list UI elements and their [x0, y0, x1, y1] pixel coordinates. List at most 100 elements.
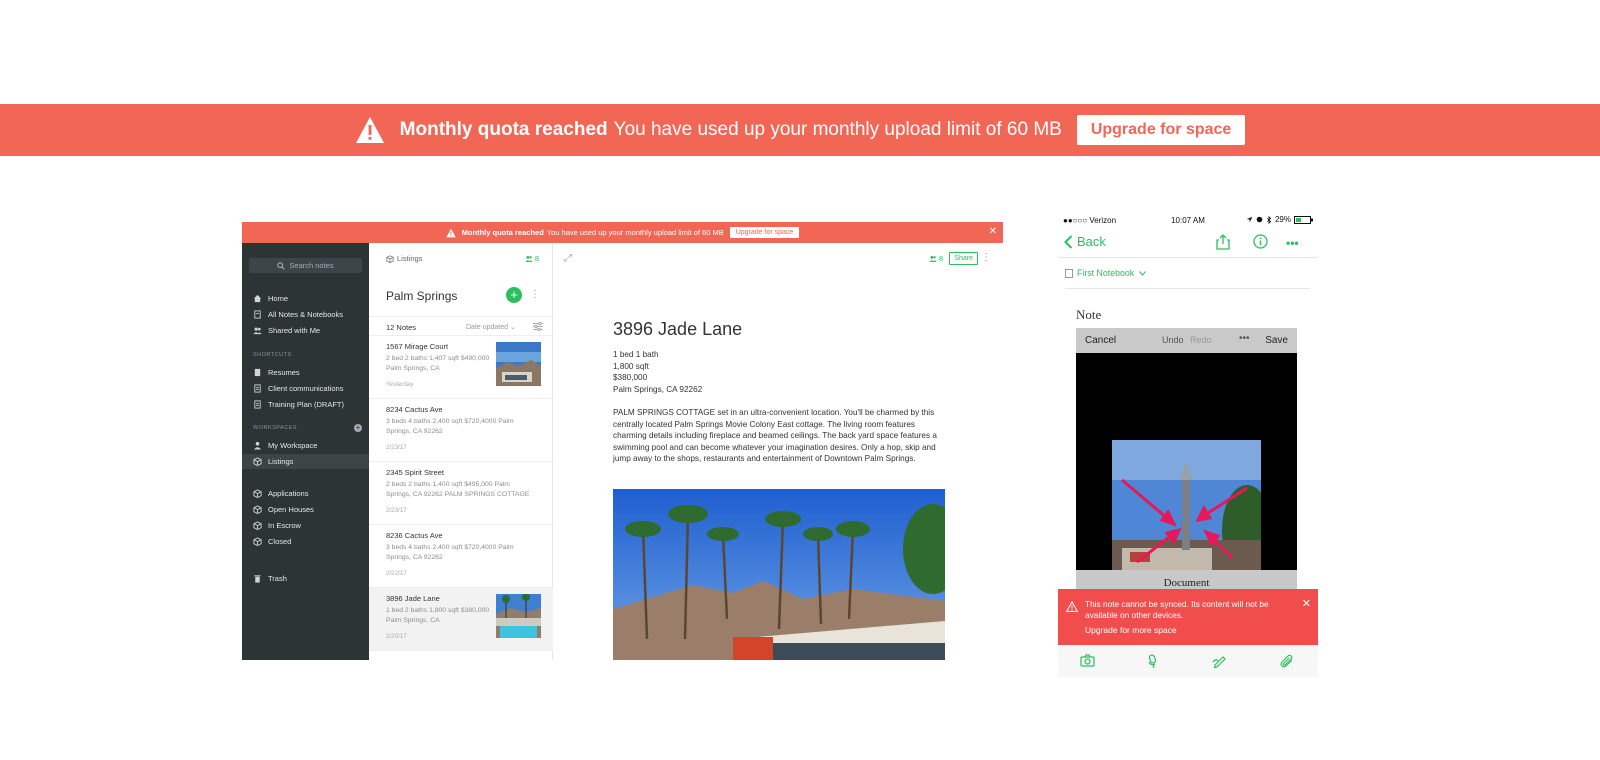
sidebar-item-notebook[interactable]: In Escrow: [242, 518, 369, 533]
notebook-title: Palm Springs: [386, 289, 458, 303]
shortcut-item[interactable]: Training Plan (DRAFT): [242, 397, 369, 412]
upgrade-link[interactable]: Upgrade for more space: [1085, 625, 1177, 635]
warning-icon: [1066, 601, 1078, 612]
undo-button[interactable]: Undo: [1162, 335, 1184, 345]
more-options-icon[interactable]: ⋮: [530, 289, 540, 300]
sidebar-item-notebook[interactable]: Applications: [242, 486, 369, 501]
microphone-icon[interactable]: [1146, 654, 1159, 669]
battery-icon: [1294, 215, 1314, 224]
people-icon: [253, 326, 262, 335]
sidebar-item-my-workspace[interactable]: My Workspace: [242, 438, 369, 453]
shortcut-item[interactable]: Resumes: [242, 365, 369, 380]
sort-label: Date updated: [466, 324, 509, 331]
note-card[interactable]: 2345 Spirit Street 2 beds 2 baths 1,400 …: [369, 462, 553, 525]
detail-beds: 1 bed 1 bath: [613, 350, 659, 359]
sidebar-item-listings[interactable]: Listings: [242, 454, 369, 469]
search-notes-input[interactable]: Search notes: [249, 258, 362, 273]
upgrade-for-space-button[interactable]: Upgrade for space: [1076, 115, 1246, 145]
note-card-selected[interactable]: 3896 Jade Lane 1 bed 2 baths 1,800 sqft …: [369, 588, 553, 651]
save-button[interactable]: Save: [1265, 335, 1288, 346]
handwriting-icon[interactable]: [1212, 654, 1227, 668]
sidebar: Search notes Home All Notes & Notebooks …: [242, 243, 369, 660]
navigation-bar: Back •••: [1058, 228, 1318, 258]
chevron-left-icon: [1064, 234, 1073, 249]
more-icon[interactable]: •••: [1239, 333, 1250, 344]
cancel-button[interactable]: Cancel: [1085, 335, 1116, 346]
back-button[interactable]: Back: [1064, 234, 1106, 249]
share-icon[interactable]: [1216, 234, 1230, 250]
notebook-selector[interactable]: First Notebook: [1065, 268, 1147, 278]
sidebar-item-label: Home: [268, 294, 289, 303]
note-snippet: 2 bed 2 baths 1,407 sqft $490,000 Palm S…: [386, 355, 490, 372]
note-title: 1567 Mirage Court: [386, 342, 449, 351]
desktop-quota-banner: Monthly quota reached You have used up y…: [242, 222, 1003, 243]
note-date: 2/23/17: [386, 507, 407, 514]
people-icon: [929, 255, 937, 262]
note-count: 12 Notes: [386, 323, 417, 332]
redo-button[interactable]: Redo: [1190, 335, 1212, 345]
sync-error-toast: This note cannot be synced. Its content …: [1058, 589, 1318, 645]
markup-toolbar: Cancel Undo Redo ••• Save: [1076, 328, 1297, 353]
status-icons: 29%: [1246, 215, 1314, 224]
note-list: Listings 8 Palm Springs + ⋮ 12 Notes Dat…: [369, 243, 553, 660]
note-icon: [253, 384, 262, 393]
camera-icon[interactable]: [1080, 654, 1095, 667]
breadcrumb-label: Listings: [397, 254, 423, 263]
breadcrumb[interactable]: Listings: [386, 254, 422, 263]
shortcuts-heading: SHORTCUTS: [253, 352, 292, 358]
quota-title: Monthly quota reached: [399, 119, 608, 140]
info-icon[interactable]: [1253, 234, 1268, 249]
note-title: 8236 Cactus Ave: [386, 531, 443, 540]
note-title: 3896 Jade Lane: [386, 594, 440, 603]
add-workspace-icon[interactable]: +: [354, 424, 362, 432]
sidebar-item-home[interactable]: Home: [242, 291, 369, 306]
sidebar-item-label: Closed: [268, 537, 292, 546]
sidebar-item-notebook[interactable]: Closed: [242, 534, 369, 549]
share-button[interactable]: Share: [949, 252, 978, 265]
quota-message: You have used up your monthly upload lim…: [613, 119, 1062, 140]
warning-icon: [446, 228, 456, 238]
more-icon[interactable]: •••: [1286, 236, 1299, 250]
attachment-icon[interactable]: [1280, 654, 1294, 668]
annotated-photo-image[interactable]: [1112, 440, 1261, 570]
sidebar-item-label: Shared with Me: [268, 326, 321, 335]
note-details[interactable]: 1 bed 1 bath 1,800 sqft $380,000 Palm Sp…: [613, 349, 702, 395]
cube-icon: [386, 254, 394, 263]
note-snippet: 1 bed 2 baths 1,800 sqft $380,000 Palm S…: [386, 607, 490, 624]
detail-location: Palm Springs, CA 92262: [613, 384, 703, 394]
sort-dropdown[interactable]: Date updated ⌄: [466, 323, 516, 331]
close-icon[interactable]: ✕: [1302, 597, 1311, 610]
alarm-icon: [1256, 216, 1263, 223]
expand-icon[interactable]: ⤢: [564, 253, 572, 264]
cube-icon: [253, 537, 262, 546]
note-date: 2/20/17: [386, 633, 407, 640]
sidebar-item-shared[interactable]: Shared with Me: [242, 323, 369, 338]
desktop-upgrade-button[interactable]: Upgrade for space: [729, 227, 800, 238]
sync-error-message: This note cannot be synced. Its content …: [1085, 599, 1269, 620]
note-icon: [253, 400, 262, 409]
close-banner-icon[interactable]: ✕: [989, 226, 997, 237]
share-count-value: 8: [534, 254, 539, 263]
sidebar-item-all-notes[interactable]: All Notes & Notebooks: [242, 307, 369, 322]
divider: [1065, 288, 1310, 289]
note-card[interactable]: 1567 Mirage Court 2 bed 2 baths 1,407 sq…: [369, 336, 553, 399]
more-options-icon[interactable]: ⋮: [981, 252, 991, 263]
filter-icon[interactable]: [533, 322, 543, 331]
note-date: 2/23/17: [386, 444, 407, 451]
note-card[interactable]: 8234 Cactus Ave 3 beds 4 baths 2,400 sqf…: [369, 399, 553, 462]
sidebar-item-notebook[interactable]: Open Houses: [242, 502, 369, 517]
shared-users-count[interactable]: 8: [929, 254, 943, 263]
image-markup-editor: Cancel Undo Redo ••• Save Document: [1076, 328, 1297, 598]
note-count-bar: 12 Notes Date updated ⌄: [369, 316, 553, 336]
note-date: 2/22/17: [386, 570, 407, 577]
desktop-quota-message: You have used up your monthly upload lim…: [546, 228, 724, 237]
note-body[interactable]: PALM SPRINGS COTTAGE set in an ultra-con…: [613, 407, 948, 465]
add-note-button[interactable]: +: [506, 287, 522, 303]
location-icon: [1246, 216, 1253, 223]
shortcut-item[interactable]: Client communications: [242, 381, 369, 396]
sidebar-item-trash[interactable]: Trash: [242, 571, 369, 586]
note-title[interactable]: Note: [1076, 307, 1101, 323]
shared-users-count[interactable]: 8: [525, 254, 539, 263]
note-heading[interactable]: 3896 Jade Lane: [613, 319, 742, 340]
note-card[interactable]: 8236 Cactus Ave 3 beds 4 baths 2,400 sqf…: [369, 525, 553, 588]
